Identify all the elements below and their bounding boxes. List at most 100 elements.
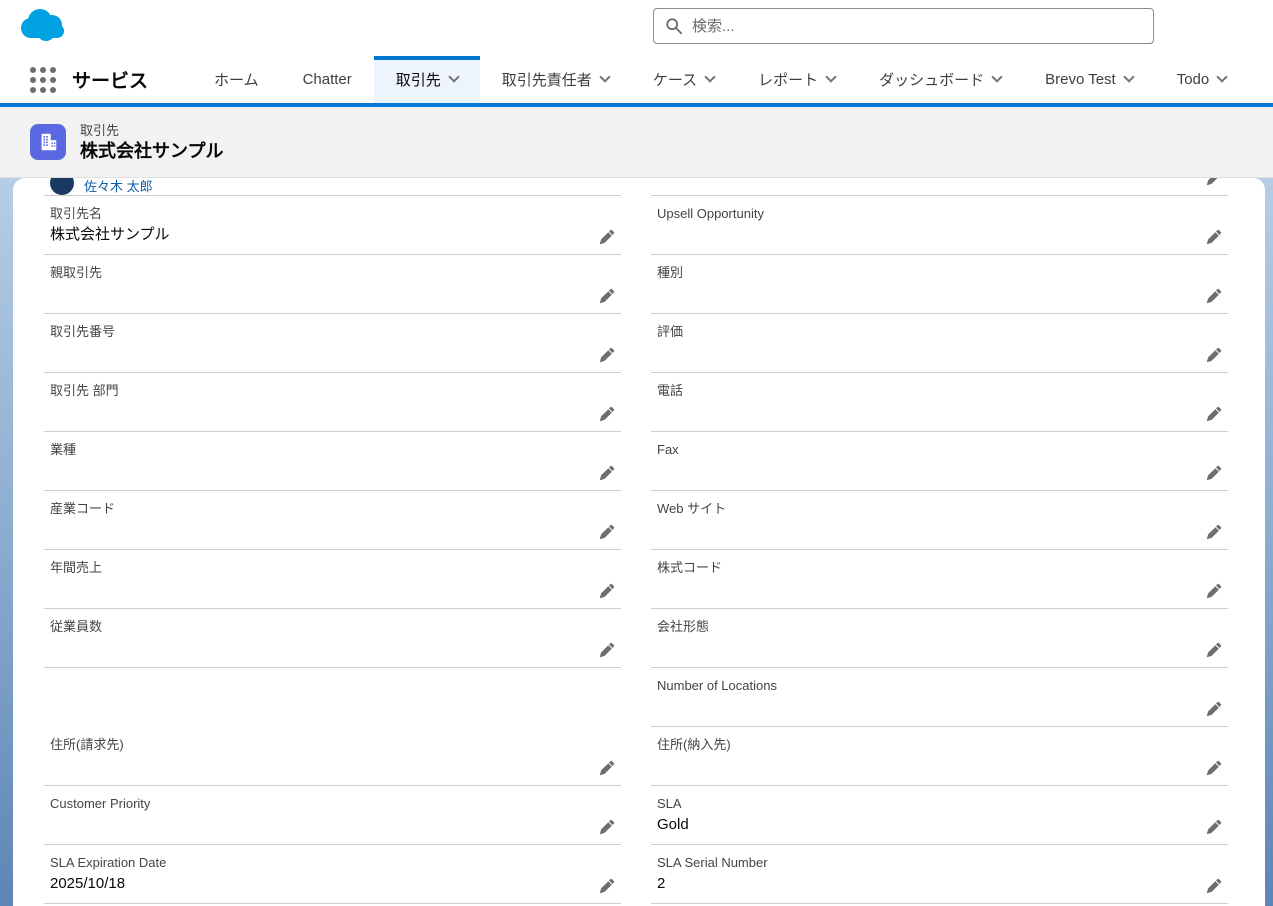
salesforce-logo-icon <box>16 6 68 51</box>
edit-pencil-button[interactable] <box>1206 878 1222 894</box>
field-value: Gold <box>657 815 1222 835</box>
nav-tab[interactable]: Chatter <box>281 56 374 103</box>
nav-tab[interactable]: Brevo Test <box>1023 56 1155 103</box>
nav-tab-label: 取引先責任者 <box>502 69 592 90</box>
detail-column-right: Upsell Opportunity 種別 評価 電話 <box>651 178 1228 904</box>
app-name: サービス <box>72 66 148 93</box>
entity-label: 取引先 <box>80 122 223 139</box>
global-search <box>653 8 1154 44</box>
field-label: Fax <box>657 442 1222 458</box>
nav-tab[interactable]: 取引先責任者 <box>480 56 631 103</box>
nav-tab[interactable]: 取引先 <box>374 56 480 103</box>
field-row: 取引先 部門 <box>44 373 621 432</box>
search-icon <box>665 17 683 35</box>
field-row: 従業員数 <box>44 609 621 668</box>
field-row: SLA Serial Number 2 <box>651 845 1228 904</box>
field-label: Customer Priority <box>50 796 615 812</box>
page-title: 株式会社サンプル <box>80 139 223 163</box>
edit-pencil-button[interactable] <box>599 288 615 304</box>
field-row: 株式コード <box>651 550 1228 609</box>
chevron-down-icon <box>1123 71 1134 82</box>
field-row: 取引先名 株式会社サンプル <box>44 196 621 255</box>
account-entity-icon <box>30 124 66 160</box>
chevron-down-icon <box>1217 71 1228 82</box>
field-row: SLA Gold <box>651 786 1228 845</box>
edit-pencil-button[interactable] <box>599 878 615 894</box>
field-row-clipped <box>651 178 1228 196</box>
field-label: 業種 <box>50 442 615 458</box>
nav-tab[interactable]: レポート <box>736 56 857 103</box>
field-row: 住所(納入先) <box>651 727 1228 786</box>
field-row: 取引先番号 <box>44 314 621 373</box>
edit-pencil-button[interactable] <box>1206 178 1222 186</box>
edit-pencil-button[interactable] <box>1206 347 1222 363</box>
field-label: 親取引先 <box>50 265 615 281</box>
content-background: 佐々木 太郎 取引先名 株式会社サンプル 親取引先 取引先番号 取引先 <box>0 178 1273 906</box>
edit-pencil-button[interactable] <box>599 583 615 599</box>
nav-tab-label: ケース <box>653 69 697 90</box>
edit-pencil-button[interactable] <box>599 406 615 422</box>
nav-tab-label: レポート <box>758 69 818 90</box>
edit-pencil-button[interactable] <box>1206 406 1222 422</box>
field-row: 業種 <box>44 432 621 491</box>
global-header <box>0 0 1273 56</box>
field-label: SLA Expiration Date <box>50 855 615 871</box>
field-row: SLA Expiration Date 2025/10/18 <box>44 845 621 904</box>
edit-pencil-button[interactable] <box>599 347 615 363</box>
field-label: 産業コード <box>50 501 615 517</box>
nav-tab-label: Todo <box>1177 71 1210 88</box>
edit-pencil-button[interactable] <box>599 524 615 540</box>
field-label: 電話 <box>657 383 1222 399</box>
detail-column-left: 佐々木 太郎 取引先名 株式会社サンプル 親取引先 取引先番号 取引先 <box>44 178 621 904</box>
field-label: 取引先 部門 <box>50 383 615 399</box>
record-detail-card: 佐々木 太郎 取引先名 株式会社サンプル 親取引先 取引先番号 取引先 <box>13 178 1265 906</box>
edit-pencil-button[interactable] <box>599 760 615 776</box>
field-row: 産業コード <box>44 491 621 550</box>
edit-pencil-button[interactable] <box>1206 288 1222 304</box>
chevron-down-icon <box>991 71 1002 82</box>
nav-tab-label: Chatter <box>303 71 352 88</box>
nav-tab[interactable]: ケース <box>631 56 736 103</box>
field-value: 2025/10/18 <box>50 874 615 894</box>
field-label: 取引先名 <box>50 206 615 222</box>
field-row: Upsell Opportunity <box>651 196 1228 255</box>
edit-pencil-button[interactable] <box>599 819 615 835</box>
nav-tab[interactable]: ホーム <box>192 56 281 103</box>
field-label: Web サイト <box>657 501 1222 517</box>
edit-pencil-button[interactable] <box>1206 465 1222 481</box>
field-label: SLA Serial Number <box>657 855 1222 871</box>
edit-pencil-button[interactable] <box>599 229 615 245</box>
field-row: 評価 <box>651 314 1228 373</box>
edit-pencil-button[interactable] <box>1206 229 1222 245</box>
field-label: 株式コード <box>657 560 1222 576</box>
field-row: 年間売上 <box>44 550 621 609</box>
nav-tab[interactable]: ダッシュボード <box>857 56 1023 103</box>
edit-pencil-button[interactable] <box>599 642 615 658</box>
edit-pencil-button[interactable] <box>599 465 615 481</box>
edit-pencil-button[interactable] <box>1206 701 1222 717</box>
chevron-down-icon <box>599 71 610 82</box>
edit-pencil-button[interactable] <box>1206 642 1222 658</box>
nav-tab[interactable]: Todo <box>1155 56 1249 103</box>
nav-tab-label: ホーム <box>214 69 259 90</box>
nav-tab-label: ダッシュボード <box>879 69 984 90</box>
edit-pencil-button[interactable] <box>1206 524 1222 540</box>
field-label: Upsell Opportunity <box>657 206 1222 222</box>
field-row: 住所(請求先) <box>44 727 621 786</box>
field-row: 会社形態 <box>651 609 1228 668</box>
chevron-down-icon <box>825 71 836 82</box>
nav-tab-label: 取引先 <box>396 69 441 90</box>
field-grid: 佐々木 太郎 取引先名 株式会社サンプル 親取引先 取引先番号 取引先 <box>44 178 1228 904</box>
field-row: Number of Locations <box>651 668 1228 727</box>
edit-pencil-button[interactable] <box>1206 583 1222 599</box>
owner-avatar[interactable] <box>50 178 74 195</box>
search-input[interactable] <box>653 8 1154 44</box>
edit-pencil-button[interactable] <box>1206 819 1222 835</box>
app-launcher-icon[interactable] <box>30 67 56 93</box>
edit-pencil-button[interactable] <box>1206 760 1222 776</box>
owner-link[interactable]: 佐々木 太郎 <box>84 178 153 196</box>
field-label: 会社形態 <box>657 619 1222 635</box>
chevron-down-icon <box>448 71 459 82</box>
field-row: Fax <box>651 432 1228 491</box>
field-row <box>44 668 621 727</box>
